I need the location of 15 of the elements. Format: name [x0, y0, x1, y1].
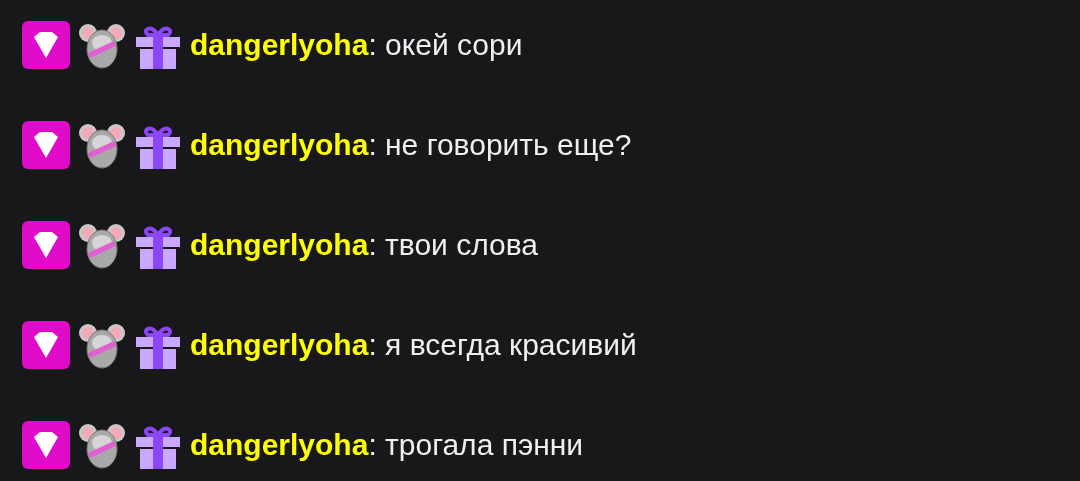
chat-message: dangerlyoha: я всегда красивий — [190, 328, 637, 362]
diamond-badge-icon — [22, 121, 70, 169]
mouse-badge-icon — [78, 121, 126, 169]
mouse-badge-icon — [78, 321, 126, 369]
mouse-badge-icon — [78, 21, 126, 69]
chat-message: dangerlyoha: не говорить еще? — [190, 128, 632, 162]
chat-message: dangerlyoha: трогала пэнни — [190, 428, 584, 462]
mouse-badge-icon — [78, 421, 126, 469]
diamond-badge-icon — [22, 421, 70, 469]
diamond-badge-icon — [22, 21, 70, 69]
diamond-badge-icon — [22, 321, 70, 369]
chat-message: dangerlyoha: твои слова — [190, 228, 538, 262]
chat-message: dangerlyoha: окей сори — [190, 28, 523, 62]
mouse-badge-icon — [78, 221, 126, 269]
diamond-badge-icon — [22, 221, 70, 269]
